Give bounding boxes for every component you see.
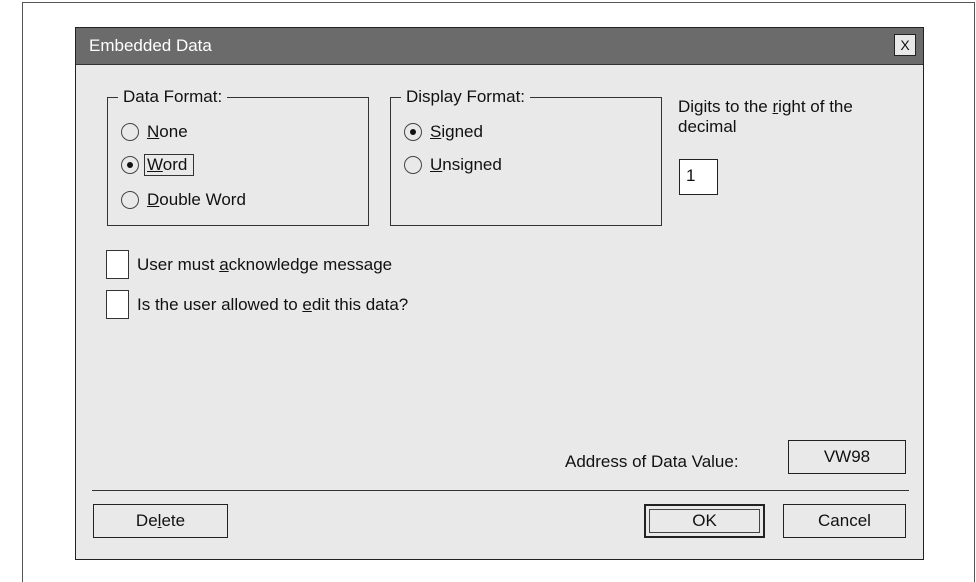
radio-unsigned-label: Unsigned [430, 155, 502, 174]
radio-signed-indicator[interactable] [404, 123, 422, 141]
cancel-label: Cancel [818, 511, 871, 530]
radio-none-indicator[interactable] [121, 123, 139, 141]
radio-word[interactable]: Word [121, 153, 195, 177]
digits-value: 1 [686, 166, 696, 185]
title-bar: Embedded Data X [76, 28, 923, 65]
acknowledge-label: User must acknowledge message [137, 255, 393, 274]
digits-input[interactable]: 1 [679, 159, 718, 195]
delete-label: Delete [135, 511, 186, 530]
button-divider [92, 490, 909, 491]
acknowledge-checkbox-row[interactable]: User must acknowledge message [106, 250, 392, 279]
edit-data-label: Is the user allowed to edit this data? [137, 295, 409, 314]
ok-focus-ring [649, 509, 760, 533]
acknowledge-checkbox[interactable] [106, 250, 129, 279]
radio-unsigned[interactable]: Unsigned [404, 153, 502, 177]
delete-button[interactable]: Delete [93, 504, 228, 538]
address-value: VW98 [823, 447, 871, 466]
display-format-title: Display Format: [401, 87, 531, 107]
radio-double-word-indicator[interactable] [121, 191, 139, 209]
radio-word-label: Word [144, 154, 195, 176]
radio-unsigned-indicator[interactable] [404, 156, 422, 174]
ok-button[interactable]: OK [644, 504, 765, 538]
digits-label: Digits to the right of the decimal [678, 97, 853, 136]
edit-data-checkbox-row[interactable]: Is the user allowed to edit this data? [106, 290, 408, 319]
radio-none-label: None [147, 122, 188, 141]
radio-word-indicator[interactable] [121, 156, 139, 174]
close-button[interactable]: X [894, 34, 916, 56]
radio-signed-label: Signed [430, 122, 483, 141]
data-format-title: Data Format: [118, 87, 228, 107]
address-field: VW98 [788, 440, 906, 474]
radio-signed[interactable]: Signed [404, 120, 483, 144]
data-format-group: Data Format: None Word Double Word [107, 87, 369, 226]
radio-none[interactable]: None [121, 120, 188, 144]
cancel-button[interactable]: Cancel [783, 504, 906, 538]
close-icon: X [900, 37, 910, 53]
address-label: Address of Data Value: [565, 452, 739, 471]
embedded-data-dialog: Embedded Data X Data Format: None Word D… [75, 27, 924, 560]
edit-data-checkbox[interactable] [106, 290, 129, 319]
radio-double-word-label: Double Word [147, 190, 246, 209]
display-format-group: Display Format: Signed Unsigned [390, 87, 662, 226]
dialog-title: Embedded Data [89, 36, 212, 55]
radio-double-word[interactable]: Double Word [121, 188, 246, 212]
